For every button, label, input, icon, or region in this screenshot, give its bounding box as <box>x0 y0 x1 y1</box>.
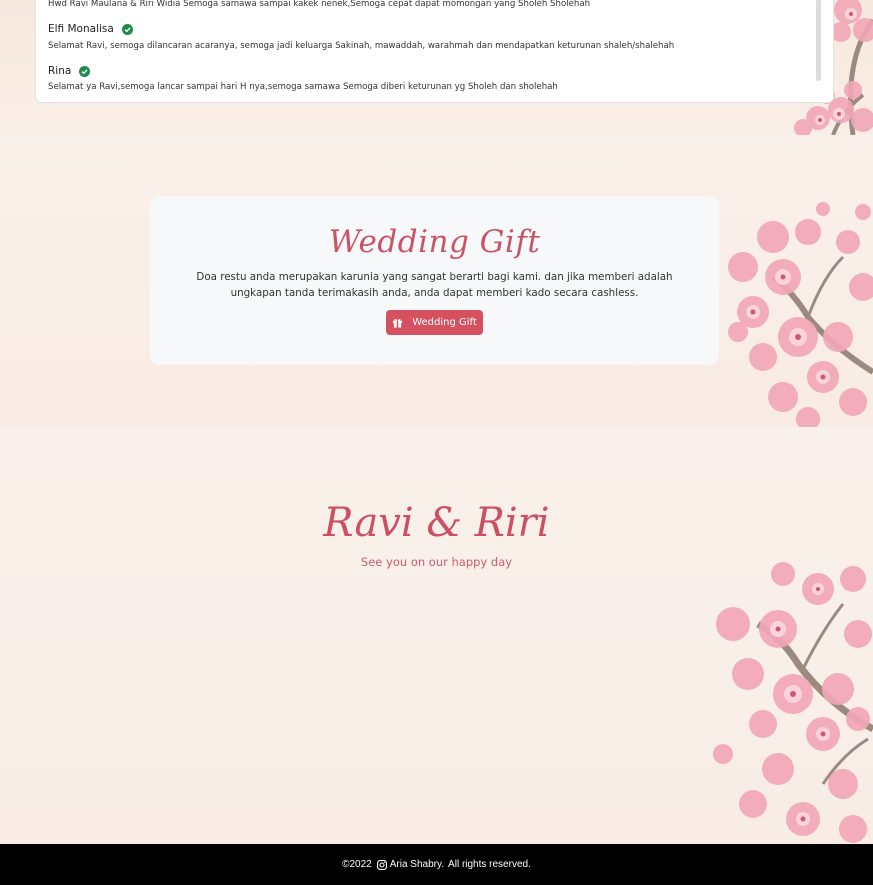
wish-author: Elfi Monalisa <box>48 23 133 35</box>
wish-message: Selamat ya Ravi,semoga lancar sampai har… <box>48 82 558 92</box>
gift-section: Wedding Gift Doa restu anda merupakan ka… <box>0 135 873 427</box>
closing-tagline: See you on our happy day <box>360 555 513 569</box>
check-circle-icon <box>79 65 91 77</box>
wishes-section: Hwd Ravi Maulana & Riri Widia Semoga sam… <box>0 0 873 135</box>
cherry-blossom-decoration <box>728 202 873 427</box>
wish-author: Rina <box>48 65 91 77</box>
wish-author-name: Rina <box>48 65 72 77</box>
wish-message: Hwd Ravi Maulana & Riri Widia Semoga sam… <box>48 0 591 9</box>
wishes-scrollbar[interactable] <box>816 0 821 81</box>
wishes-list[interactable]: Hwd Ravi Maulana & Riri Widia Semoga sam… <box>35 0 834 103</box>
wish-author-name: Elfi Monalisa <box>48 23 114 35</box>
footer-rights: All rights reserved. <box>448 859 531 870</box>
cherry-blossom-decoration <box>713 562 873 843</box>
gift-icon <box>393 318 403 328</box>
footer: ©2022 Aria Shabry. All rights reserved. <box>0 844 873 885</box>
footer-author-link[interactable]: Aria Shabry. <box>390 859 444 870</box>
wedding-gift-description: Doa restu anda merupakan karunia yang sa… <box>196 271 673 299</box>
closing-section: Ravi & Riri See you on our happy day <box>0 427 873 844</box>
wedding-gift-card: Wedding Gift Doa restu anda merupakan ka… <box>150 196 719 365</box>
instagram-icon[interactable] <box>376 859 387 870</box>
wedding-gift-button-label: Wedding Gift <box>412 317 477 328</box>
wedding-gift-title: Wedding Gift <box>328 224 541 260</box>
wedding-gift-button[interactable]: Wedding Gift <box>386 310 483 335</box>
wish-message: Selamat Ravi, semoga dilancaran acaranya… <box>48 41 675 51</box>
footer-copyright: ©2022 <box>342 859 372 870</box>
check-circle-icon <box>121 23 133 35</box>
couple-names: Ravi & Riri <box>323 500 550 546</box>
